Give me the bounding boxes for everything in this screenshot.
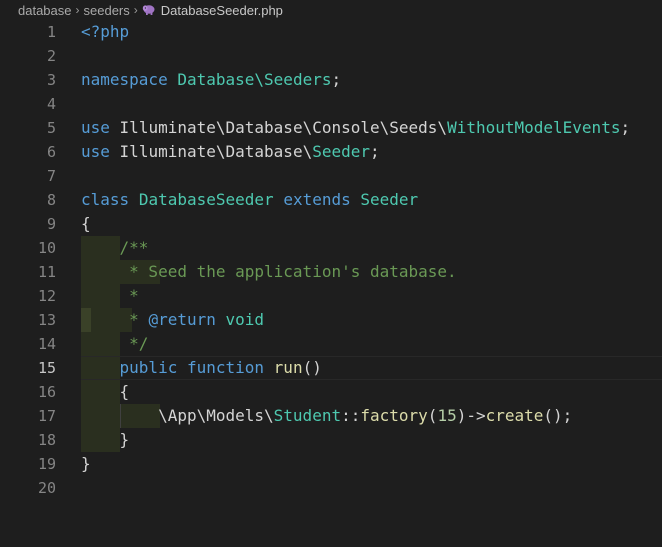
code-text: {: [81, 214, 91, 233]
code-text: }: [81, 430, 130, 449]
line-number: 5: [46, 119, 56, 137]
code-text: public function run(): [119, 358, 322, 377]
code-line[interactable]: 14 */: [0, 332, 662, 356]
code-line[interactable]: 10 /**: [0, 236, 662, 260]
code-text: /**: [81, 238, 149, 257]
code-editor[interactable]: 1 <?php 2 3 namespace Database\Seeders; …: [0, 20, 662, 547]
line-number: 12: [37, 287, 56, 305]
line-number: 10: [37, 239, 56, 257]
code-line[interactable]: 18 }: [0, 428, 662, 452]
code-text: *: [81, 286, 139, 305]
code-line[interactable]: 3 namespace Database\Seeders;: [0, 68, 662, 92]
code-text: namespace Database\Seeders;: [81, 70, 342, 89]
code-line[interactable]: 19 }: [0, 452, 662, 476]
code-line[interactable]: 16 {: [0, 380, 662, 404]
code-line[interactable]: 20: [0, 476, 662, 500]
line-number: 2: [46, 47, 56, 65]
line-number: 16: [37, 383, 56, 401]
line-number: 13: [37, 311, 56, 329]
code-text: {: [81, 382, 130, 401]
chevron-right-icon: ›: [75, 3, 80, 17]
breadcrumb-item-seeders[interactable]: seeders: [84, 3, 130, 18]
code-line[interactable]: 4: [0, 92, 662, 116]
code-line[interactable]: 11 * Seed the application's database.: [0, 260, 662, 284]
code-line[interactable]: 2: [0, 44, 662, 68]
line-number: 8: [46, 191, 56, 209]
line-number: 19: [37, 455, 56, 473]
line-number: 1: [46, 23, 56, 41]
code-line[interactable]: 9 {: [0, 212, 662, 236]
line-number: 6: [46, 143, 56, 161]
code-text: <?php: [81, 22, 130, 41]
chevron-right-icon: ›: [133, 3, 138, 17]
line-number: 7: [46, 167, 56, 185]
code-line[interactable]: 17 \App\Models\Student::factory(15)->cre…: [0, 404, 662, 428]
code-text: use Illuminate\Database\Seeder;: [81, 142, 380, 161]
code-line[interactable]: 7: [0, 164, 662, 188]
code-text: * @return void: [81, 310, 265, 329]
code-text: }: [81, 454, 91, 473]
code-text: class DatabaseSeeder extends Seeder: [81, 190, 419, 209]
line-number: 17: [37, 407, 56, 425]
line-number: 4: [46, 95, 56, 113]
code-line-active[interactable]: 15 public function run(): [0, 356, 662, 380]
breadcrumb: database › seeders › DatabaseSeeder.php: [0, 0, 662, 20]
code-line[interactable]: 8 class DatabaseSeeder extends Seeder: [0, 188, 662, 212]
code-line[interactable]: 5 use Illuminate\Database\Console\Seeds\…: [0, 116, 662, 140]
code-line[interactable]: 12 *: [0, 284, 662, 308]
code-line[interactable]: 1 <?php: [0, 20, 662, 44]
line-number: 9: [46, 215, 56, 233]
line-number: 15: [37, 359, 56, 377]
breadcrumb-item-database[interactable]: database: [18, 3, 72, 18]
breadcrumb-file[interactable]: DatabaseSeeder.php: [161, 3, 283, 18]
code-line[interactable]: 13 * @return void: [0, 308, 662, 332]
php-elephant-icon: [142, 4, 156, 16]
line-number: 11: [37, 263, 56, 281]
line-number: 20: [37, 479, 56, 497]
code-text: * Seed the application's database.: [81, 262, 457, 281]
code-text: \App\Models\Student::factory(15)->create…: [158, 406, 573, 425]
code-text: */: [81, 334, 149, 353]
code-line[interactable]: 6 use Illuminate\Database\Seeder;: [0, 140, 662, 164]
line-number: 18: [37, 431, 56, 449]
line-number: 14: [37, 335, 56, 353]
line-number: 3: [46, 71, 56, 89]
code-text: use Illuminate\Database\Console\Seeds\Wi…: [81, 118, 631, 137]
